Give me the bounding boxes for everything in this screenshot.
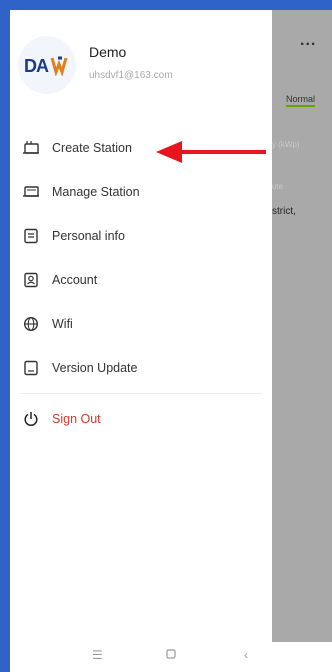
version-update-icon — [22, 359, 40, 377]
navigation-drawer: DA Demo uhsdvf1@163.com Create Station M… — [10, 10, 272, 642]
phone-screen: ... Normal y (kWp) ute strict, DA Demo u… — [10, 10, 332, 672]
menu-item-label: Wifi — [52, 317, 73, 331]
menu-item-label: Account — [52, 273, 98, 287]
background-text-address: strict, — [272, 206, 296, 217]
menu-item-label: Create Station — [52, 141, 132, 155]
background-app-overlay[interactable]: ... Normal y (kWp) ute strict, — [272, 10, 332, 642]
menu-item-label: Manage Station — [52, 185, 140, 199]
company-logo: DA — [18, 36, 76, 94]
background-text-label: ute — [272, 182, 284, 191]
annotation-arrow — [156, 141, 266, 163]
menu-nav-icon[interactable]: ☰ — [92, 648, 103, 662]
svg-text:DA: DA — [24, 56, 49, 76]
menu-item-personal-info[interactable]: Personal info — [10, 214, 272, 258]
menu-item-sign-out[interactable]: Sign Out — [10, 397, 272, 441]
menu-item-wifi[interactable]: Wifi — [10, 302, 272, 346]
back-nav-icon[interactable]: ‹ — [244, 648, 248, 662]
menu-item-account[interactable]: Account — [10, 258, 272, 302]
account-icon — [22, 271, 40, 289]
menu-item-label: Sign Out — [52, 412, 101, 426]
manage-station-icon — [22, 183, 40, 201]
menu-item-manage-station[interactable]: Manage Station — [10, 170, 272, 214]
status-normal-tab: Normal — [286, 94, 316, 107]
user-email: uhsdvf1@163.com — [89, 70, 173, 81]
user-name: Demo — [89, 44, 127, 60]
more-menu-icon: ... — [300, 32, 317, 49]
menu-item-version-update[interactable]: Version Update — [10, 346, 272, 390]
menu-item-label: Version Update — [52, 361, 138, 375]
power-icon — [22, 410, 40, 428]
personal-info-icon — [22, 227, 40, 245]
home-nav-icon[interactable] — [166, 648, 176, 662]
menu-divider — [20, 393, 262, 394]
menu-item-label: Personal info — [52, 229, 125, 243]
background-text-capacity: y (kWp) — [272, 140, 300, 149]
wifi-globe-icon — [22, 315, 40, 333]
create-station-icon — [22, 139, 40, 157]
system-nav-bar: ☰ ‹ — [10, 642, 332, 672]
drawer-menu: Create Station Manage Station Personal i… — [10, 126, 272, 441]
